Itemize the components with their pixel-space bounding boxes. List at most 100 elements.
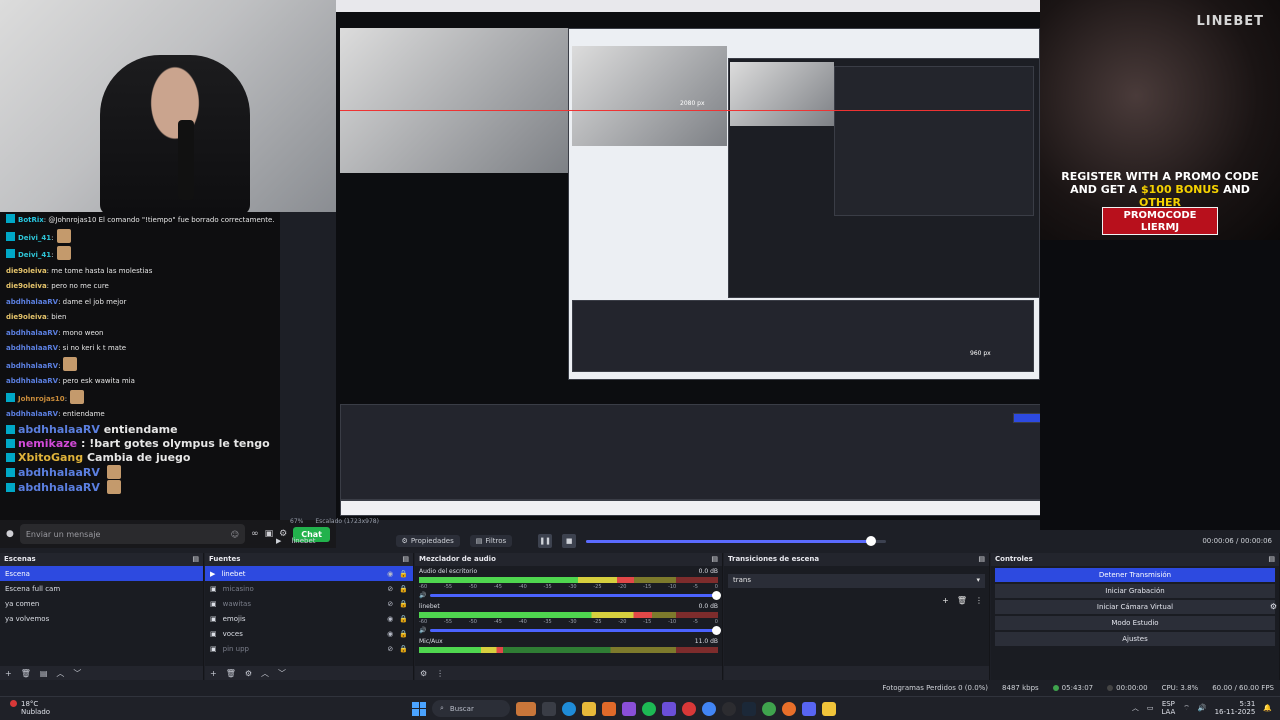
chat-username[interactable]: abdhhalaaRV [6, 377, 58, 385]
scene-filter-button[interactable]: ▤ [40, 669, 48, 678]
chat-username[interactable]: nemikaze [18, 437, 77, 450]
lock-icon[interactable]: 🔒 [399, 630, 408, 638]
clock[interactable]: 5:31 16-11-2025 [1215, 700, 1256, 716]
chat-username[interactable]: die9oleiva [6, 267, 47, 275]
chat-input[interactable]: Enviar un mensaje ☺ [19, 524, 246, 544]
pause-button[interactable]: ❚❚ [538, 534, 553, 548]
seek-handle[interactable] [866, 535, 877, 546]
scale-label[interactable]: Escalado (1723x978) [315, 518, 379, 525]
chat-username[interactable]: abdhhalaaRV [6, 298, 58, 306]
chat-username[interactable]: abdhhalaaRV [6, 329, 58, 337]
volume-slider[interactable] [430, 626, 721, 635]
dock-menu-icon[interactable]: ▤ [1268, 555, 1275, 564]
chrome-icon[interactable] [702, 701, 716, 716]
remove-scene-button[interactable]: 🗑 [21, 669, 31, 678]
volume-icon[interactable]: 🔊 [1198, 704, 1207, 712]
lock-icon[interactable]: 🔒 [399, 570, 408, 578]
source-item[interactable]: ▣ pin upp ⊘ 🔒 [205, 641, 413, 656]
steam-icon[interactable] [742, 701, 756, 716]
add-source-button[interactable]: + [210, 669, 217, 678]
source-item[interactable]: ▣ wawitas ⊘ 🔒 [205, 596, 413, 611]
volume-slider[interactable] [430, 591, 721, 600]
source-item[interactable]: ▣ voces ◉ 🔒 [205, 626, 413, 641]
chat-username[interactable]: abdhhalaaRV [6, 410, 58, 418]
move-down-button[interactable]: ﹀ [73, 668, 81, 679]
weather-widget[interactable]: 18°C Nublado [10, 700, 50, 716]
chat-username[interactable]: die9oleiva [6, 282, 47, 290]
eye-icon[interactable]: ◉ [387, 615, 393, 623]
app-icon[interactable] [602, 701, 616, 716]
chat-username[interactable]: XbitoGang [18, 451, 83, 464]
lock-icon[interactable]: 🔒 [399, 600, 408, 608]
chat-username[interactable]: abdhhalaaRV [18, 423, 100, 436]
source-item[interactable]: ▣ micasino ⊘ 🔒 [205, 581, 413, 596]
chat-username[interactable]: abdhhalaaRV [18, 466, 100, 479]
dock-menu-icon[interactable]: ▤ [192, 555, 199, 564]
chat-username[interactable]: abdhhalaaRV [18, 481, 100, 494]
chat-username[interactable]: BotRix [18, 216, 44, 224]
lock-icon[interactable]: 🔒 [399, 645, 408, 653]
app-icon[interactable] [622, 701, 636, 716]
wifi-icon[interactable]: ⌔ [1183, 704, 1190, 712]
source-item[interactable]: ▣ emojis ◉ 🔒 [205, 611, 413, 626]
speaker-icon[interactable]: 🔊 [419, 592, 426, 599]
discord-icon[interactable] [802, 701, 816, 716]
move-up-button[interactable]: ︿ [261, 668, 269, 679]
chat-username[interactable]: abdhhalaaRV [6, 344, 58, 352]
windows-start-icon[interactable] [412, 701, 426, 716]
scene-item[interactable]: Escena [0, 566, 203, 581]
spotify-icon[interactable] [642, 701, 656, 716]
emoji-icon[interactable]: ☺ [231, 530, 239, 539]
stop-button[interactable]: ■ [562, 534, 577, 548]
scene-item[interactable]: Escena full cam [0, 581, 203, 596]
transition-select[interactable]: trans ▾ [728, 574, 985, 588]
speaker-icon[interactable]: 🔊 [419, 627, 426, 634]
remove-transition-button[interactable]: 🗑 [957, 596, 967, 605]
control-button[interactable]: Modo Estudio [995, 616, 1275, 630]
filters-button[interactable]: ▤ Filtros [469, 535, 513, 547]
scene-item[interactable]: ya volvemos [0, 611, 203, 626]
folder-icon[interactable] [582, 701, 596, 716]
lock-icon[interactable]: 🔒 [399, 615, 408, 623]
obs-icon[interactable] [722, 701, 736, 716]
chat-username[interactable]: die9oleiva [6, 313, 47, 321]
dock-menu-icon[interactable]: ▤ [978, 555, 985, 564]
taskbar-search[interactable]: ⌕ Buscar [432, 700, 510, 717]
eye-off-icon[interactable]: ⊘ [387, 585, 393, 593]
app-icon[interactable] [782, 701, 796, 716]
transition-menu-button[interactable]: ⋮ [975, 596, 983, 605]
language-indicator[interactable]: ESP LAA [1161, 700, 1175, 716]
chat-username[interactable]: Johnrojas10 [18, 395, 65, 403]
play-icon[interactable]: ▶ [276, 537, 281, 545]
chat-username[interactable]: Deivi_41 [18, 251, 51, 259]
eye-icon[interactable]: ◉ [387, 630, 393, 638]
chat-username[interactable]: abdhhalaaRV [6, 362, 58, 370]
infinity-icon[interactable]: ∞ [251, 529, 259, 539]
mixer-menu-button[interactable]: ⋮ [436, 669, 444, 678]
move-down-button[interactable]: ﹀ [278, 668, 286, 679]
app-icon[interactable] [662, 701, 676, 716]
advanced-audio-button[interactable]: ⚙ [420, 669, 427, 678]
app-icon[interactable] [542, 701, 556, 716]
mic-icon[interactable]: ● [6, 529, 14, 539]
edge-icon[interactable] [562, 701, 576, 716]
app-icon[interactable] [762, 701, 776, 716]
source-item[interactable]: ▶ linebet ◉ 🔒 [205, 566, 413, 581]
control-button[interactable]: Iniciar Cámara Virtual ⚙ [995, 600, 1277, 614]
eye-off-icon[interactable]: ⊘ [387, 645, 393, 653]
app-icon[interactable] [516, 701, 536, 716]
app-icon[interactable] [682, 701, 696, 716]
chevron-up-icon[interactable]: ︿ [1132, 704, 1139, 712]
control-button[interactable]: Iniciar Grabación [995, 584, 1275, 598]
notification-icon[interactable]: 🔔 [1263, 704, 1272, 712]
move-up-button[interactable]: ︿ [56, 668, 64, 679]
scene-item[interactable]: ya comen [0, 596, 203, 611]
control-button[interactable]: Detener Transmisión [995, 568, 1275, 582]
source-settings-button[interactable]: ⚙ [245, 669, 252, 678]
eye-icon[interactable]: ◉ [387, 570, 393, 578]
tray-icon[interactable]: ▭ [1147, 704, 1154, 712]
media-seek-bar[interactable] [586, 535, 887, 546]
app-icon[interactable] [822, 701, 836, 716]
eye-off-icon[interactable]: ⊘ [387, 600, 393, 608]
add-scene-button[interactable]: + [5, 669, 12, 678]
